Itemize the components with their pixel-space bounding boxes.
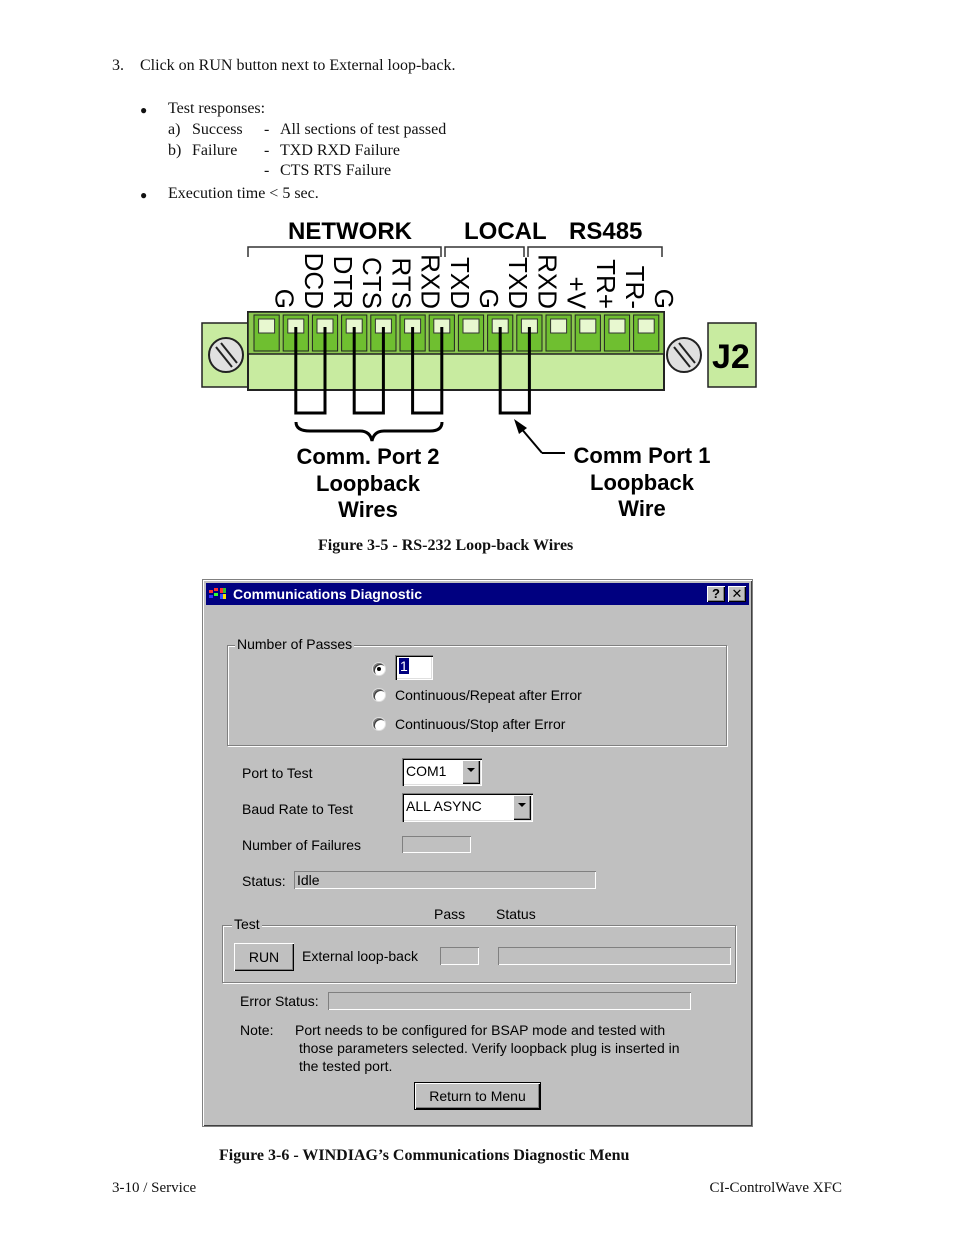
response-detail: All sections of test passed: [280, 121, 447, 138]
pin-label: RXD: [416, 254, 446, 309]
pin-label: +V: [562, 276, 592, 309]
app-icon: [209, 588, 226, 599]
response-result: Success: [192, 121, 243, 138]
connector-label: J2: [712, 338, 750, 376]
failures-label: Number of Failures: [242, 837, 362, 853]
port2-callout-line3: Wires: [338, 497, 398, 522]
footer-left: 3-10 / Service: [112, 1180, 197, 1196]
terminal-screw-hole: [637, 318, 655, 334]
response-dash: -: [264, 162, 270, 179]
figure-3-5-caption: Figure 3-5 - RS-232 Loop-back Wires: [318, 537, 574, 554]
pass-column-header: Pass: [434, 906, 466, 922]
title-bar[interactable]: Communications Diagnostic ? ✕: [206, 583, 749, 605]
port1-callout-line2: Loopback: [590, 470, 695, 495]
left-screw-icon: [208, 337, 244, 373]
continuous-repeat-label[interactable]: Continuous/Repeat after Error: [395, 687, 582, 703]
note-label: Note:: [240, 1022, 274, 1038]
close-button[interactable]: ✕: [728, 586, 746, 602]
terminal-screw-hole: [608, 318, 626, 334]
terminal-screw-hole: [579, 318, 597, 334]
bullet-icon: ●: [140, 188, 148, 202]
test-status-field: [498, 947, 731, 965]
terminal-strip: [247, 311, 665, 355]
figure-3-6-caption: Figure 3-6 - WINDIAG’s Communications Di…: [219, 1147, 630, 1164]
external-loopback-label: External loop-back: [302, 948, 418, 964]
local-bracket: [444, 246, 525, 257]
status-label: Status:: [242, 873, 286, 889]
return-to-menu-button[interactable]: Return to Menu: [414, 1082, 541, 1110]
pin-label: TXD: [503, 257, 533, 309]
port-select-value: COM1: [406, 763, 447, 779]
pin-label: G: [270, 289, 300, 309]
baud-label: Baud Rate to Test: [242, 801, 354, 817]
pin-label: G: [649, 289, 679, 309]
communications-diagnostic-dialog: Communications Diagnostic ? ✕ Number of …: [202, 579, 753, 1127]
pin-label: DTR: [328, 256, 358, 309]
test-responses-label: Test responses:: [168, 100, 266, 117]
passes-count-input[interactable]: 1: [395, 655, 433, 680]
port1-callout-line1: Comm Port 1: [574, 443, 711, 468]
port2-brace: [294, 421, 444, 442]
footer-right: CI-ControlWave XFC: [709, 1180, 842, 1196]
response-letter: a): [168, 121, 181, 138]
failures-field: [402, 836, 471, 853]
pin-label: RTS: [386, 257, 416, 309]
pin-label: DCD: [299, 253, 329, 309]
port1-callout-line3: Wire: [618, 496, 665, 521]
baud-select[interactable]: ALL ASYNC: [402, 793, 533, 822]
response-detail: TXD RXD Failure: [280, 142, 400, 159]
passes-count-radio[interactable]: [373, 663, 385, 675]
port2-callout-line1: Comm. Port 2: [296, 444, 439, 469]
port1-arrow-diag: [519, 426, 543, 454]
pass-field: [440, 947, 479, 965]
response-letter: b): [168, 142, 182, 159]
port-label: Port to Test: [242, 765, 313, 781]
status-value: Idle: [297, 872, 320, 888]
port-select[interactable]: COM1: [402, 758, 482, 786]
test-group-label: Test: [232, 916, 262, 932]
baud-select-value: ALL ASYNC: [406, 798, 482, 814]
note-line-2: those parameters selected. Verify loopba…: [299, 1040, 680, 1056]
execution-time-text: Execution time < 5 sec.: [168, 185, 319, 202]
pin-labels: G DCD DTR CTS RTS RXD TXD G TXD RXD +V TR+ TR- G: [270, 253, 680, 310]
status-field: Idle: [294, 871, 596, 889]
status-column-header: Status: [496, 906, 536, 922]
bullet-icon: ●: [140, 103, 148, 117]
dialog-title: Communications Diagnostic: [233, 586, 423, 602]
step-number: 3.: [112, 57, 124, 74]
terminal-screw-hole: [258, 318, 276, 334]
response-dash: -: [264, 142, 270, 159]
error-status-field: [328, 992, 691, 1010]
continuous-stop-label[interactable]: Continuous/Stop after Error: [395, 716, 565, 732]
response-dash: -: [264, 121, 270, 138]
passes-group-label: Number of Passes: [235, 636, 355, 652]
step-text: Click on RUN button next to External loo…: [140, 57, 456, 74]
note-line-3: the tested port.: [299, 1058, 393, 1074]
group-label-rs485: RS485: [569, 218, 642, 245]
pin-label: TR+: [591, 259, 621, 309]
run-button[interactable]: RUN: [234, 943, 294, 971]
continuous-stop-radio[interactable]: [373, 718, 385, 730]
response-result: Failure: [192, 142, 238, 159]
port-dropdown-arrow-icon[interactable]: [462, 760, 480, 784]
pin-label: CTS: [357, 257, 387, 309]
port2-callout-line2: Loopback: [316, 471, 421, 496]
help-button[interactable]: ?: [707, 586, 725, 602]
continuous-repeat-radio[interactable]: [373, 689, 385, 701]
passes-count-value: 1: [399, 658, 409, 674]
pin-label: TXD: [445, 257, 475, 309]
terminal-screw-hole: [550, 318, 568, 334]
group-label-network: NETWORK: [288, 218, 413, 245]
note-line-1: Port needs to be configured for BSAP mod…: [295, 1022, 666, 1038]
terminal-screw-hole: [462, 318, 480, 334]
pin-label: G: [474, 289, 504, 309]
baud-dropdown-arrow-icon[interactable]: [513, 795, 531, 820]
error-status-label: Error Status:: [240, 993, 319, 1009]
pin-label: TR-: [620, 266, 650, 309]
loopback-wiring-diagram: NETWORK LOCAL RS485 G DCD DTR CTS RTS RXD TXD G…: [201, 218, 757, 522]
group-label-local: LOCAL: [464, 218, 547, 245]
response-detail: CTS RTS Failure: [280, 162, 392, 179]
right-screw-icon: [666, 337, 702, 373]
pin-label: RXD: [532, 254, 562, 309]
